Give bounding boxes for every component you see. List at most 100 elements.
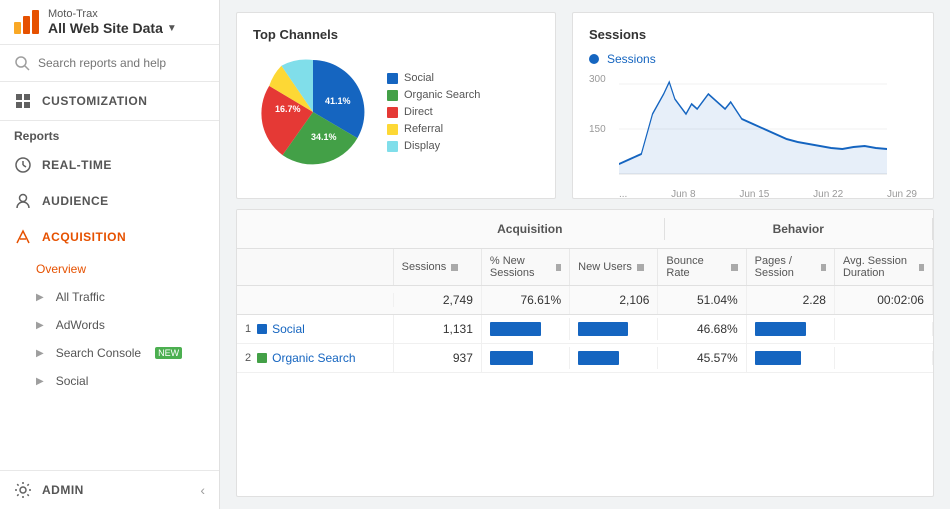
- sidebar-footer: ADMIN ‹: [0, 470, 219, 509]
- sidebar-item-all-traffic[interactable]: ▶ All Traffic: [0, 283, 219, 311]
- customization-icon: [14, 92, 32, 110]
- table-row: 2 Organic Search 937 45.57%: [237, 344, 933, 373]
- x-label-jun8: Jun 8: [671, 189, 695, 200]
- customization-label: CUSTOMIZATION: [42, 94, 147, 108]
- bar-pages-social: [755, 322, 806, 336]
- acquisition-icon: [14, 228, 32, 246]
- td-bounce-organic: 45.57%: [658, 344, 746, 372]
- td-total-pages-session: 2.28: [747, 286, 835, 314]
- legend-item-direct: Direct: [387, 106, 480, 118]
- expand-icon2: ▶: [36, 320, 44, 331]
- legend-item-social: Social: [387, 72, 480, 84]
- x-label-jun15: Jun 15: [739, 189, 769, 200]
- sort-icon6[interactable]: [919, 264, 924, 271]
- sort-icon[interactable]: [451, 264, 458, 271]
- site-data-dropdown-icon[interactable]: ▼: [167, 23, 177, 34]
- sidebar-item-search-console[interactable]: ▶ Search Console NEW: [0, 339, 219, 367]
- sessions-legend-label: Sessions: [607, 52, 656, 66]
- main-content: Top Channels: [220, 0, 950, 509]
- td-total-new-sessions: 76.61%: [482, 286, 570, 314]
- sidebar-item-overview[interactable]: Overview: [0, 255, 219, 283]
- sidebar-item-audience[interactable]: AUDIENCE: [0, 183, 219, 219]
- clock-icon: [14, 156, 32, 174]
- table-header: Sessions % New Sessions New Users Bounce…: [237, 249, 933, 286]
- th-new-users: New Users: [570, 249, 658, 285]
- sidebar-item-adwords[interactable]: ▶ AdWords: [0, 311, 219, 339]
- chart-x-labels: ... Jun 8 Jun 15 Jun 22 Jun 29: [589, 187, 917, 200]
- pie-label-direct: 16.7%: [275, 104, 301, 114]
- site-info: Moto-Trax All Web Site Data ▼: [48, 8, 177, 36]
- sort-icon3[interactable]: [637, 264, 644, 271]
- ga-logo-icon: [12, 8, 40, 36]
- td-total-bounce-rate: 51.04%: [658, 286, 746, 314]
- site-name: Moto-Trax: [48, 8, 177, 20]
- sort-icon5[interactable]: [821, 264, 826, 271]
- pie-chart: 41.1% 34.1% 16.7%: [253, 52, 373, 172]
- expand-icon4: ▶: [36, 376, 44, 387]
- search-row: [0, 45, 219, 82]
- th-channel: [237, 249, 394, 285]
- td-new-sessions-bar-social: [482, 318, 570, 340]
- td-channel-social: 1 Social: [237, 315, 394, 343]
- channel-link-organic[interactable]: Organic Search: [272, 351, 355, 365]
- sidebar-item-real-time[interactable]: REAL-TIME: [0, 147, 219, 183]
- sort-icon2[interactable]: [556, 264, 561, 271]
- site-data[interactable]: All Web Site Data ▼: [48, 20, 177, 36]
- search-icon: [14, 55, 30, 71]
- legend-dot-display: [387, 141, 398, 152]
- td-total-label: [237, 293, 394, 307]
- legend-item-referral: Referral: [387, 123, 480, 135]
- sessions-chart: 300 150 ... Jun 8 Jun 15 Jun 22: [589, 74, 917, 184]
- td-sessions-organic: 937: [394, 344, 482, 372]
- td-pages-bar-social: [747, 318, 835, 340]
- acquisition-section-header: Acquisition: [396, 218, 664, 240]
- td-total-sessions: 2,749: [394, 286, 482, 314]
- legend-item-display: Display: [387, 140, 480, 152]
- search-input[interactable]: [38, 56, 205, 70]
- legend-dot-direct: [387, 107, 398, 118]
- bar-new-sessions-social: [490, 322, 541, 336]
- admin-label: ADMIN: [42, 483, 84, 497]
- sessions-card: Sessions Sessions 300 150: [572, 12, 934, 199]
- collapse-sidebar-button[interactable]: ‹: [200, 482, 205, 498]
- behavior-section-header: Behavior: [665, 218, 933, 240]
- person-icon: [14, 192, 32, 210]
- bar-new-sessions-organic: [490, 351, 533, 365]
- sidebar-item-social[interactable]: ▶ Social: [0, 367, 219, 395]
- data-table-section: Acquisition Behavior Sessions % New Sess…: [236, 209, 934, 497]
- th-new-sessions: % New Sessions: [482, 249, 570, 285]
- td-total-new-users: 2,106: [570, 286, 658, 314]
- legend-item-organic: Organic Search: [387, 89, 480, 101]
- bar-new-users-social: [578, 322, 628, 336]
- x-label-dots: ...: [619, 189, 627, 200]
- td-pages-bar-organic: [747, 347, 835, 369]
- real-time-label: REAL-TIME: [42, 158, 112, 172]
- channels-content: 41.1% 34.1% 16.7% Social Organic Search: [253, 52, 539, 172]
- th-bounce-rate: Bounce Rate: [658, 249, 746, 285]
- expand-icon3: ▶: [36, 348, 44, 359]
- td-total-avg-session: 00:02:06: [835, 286, 933, 314]
- legend-dot-organic: [387, 90, 398, 101]
- y-label-150: 150: [589, 124, 606, 135]
- td-new-sessions-bar-organic: [482, 347, 570, 369]
- acquisition-label: ACQUISITION: [42, 230, 126, 244]
- section-headers: Acquisition Behavior: [237, 210, 933, 249]
- channel-dot-social: [257, 324, 267, 334]
- top-channels-title: Top Channels: [253, 27, 539, 42]
- channel-link-social[interactable]: Social: [272, 322, 305, 336]
- th-sessions: Sessions: [394, 249, 482, 285]
- td-channel-organic: 2 Organic Search: [237, 344, 394, 372]
- bar-pages-organic: [755, 351, 801, 365]
- x-label-jun22: Jun 22: [813, 189, 843, 200]
- top-channels-card: Top Channels: [236, 12, 556, 199]
- legend-dot-referral: [387, 124, 398, 135]
- customization-nav-item[interactable]: CUSTOMIZATION: [0, 82, 219, 121]
- row-num-1: 1: [245, 323, 251, 335]
- sidebar-item-acquisition[interactable]: ACQUISITION: [0, 219, 219, 255]
- expand-icon: ▶: [36, 292, 44, 303]
- sort-icon4[interactable]: [731, 264, 738, 271]
- sessions-dot: [589, 54, 599, 64]
- admin-row[interactable]: ADMIN: [14, 481, 84, 499]
- pie-label-social: 41.1%: [325, 96, 351, 106]
- sidebar: Moto-Trax All Web Site Data ▼ CUSTOMIZAT…: [0, 0, 220, 509]
